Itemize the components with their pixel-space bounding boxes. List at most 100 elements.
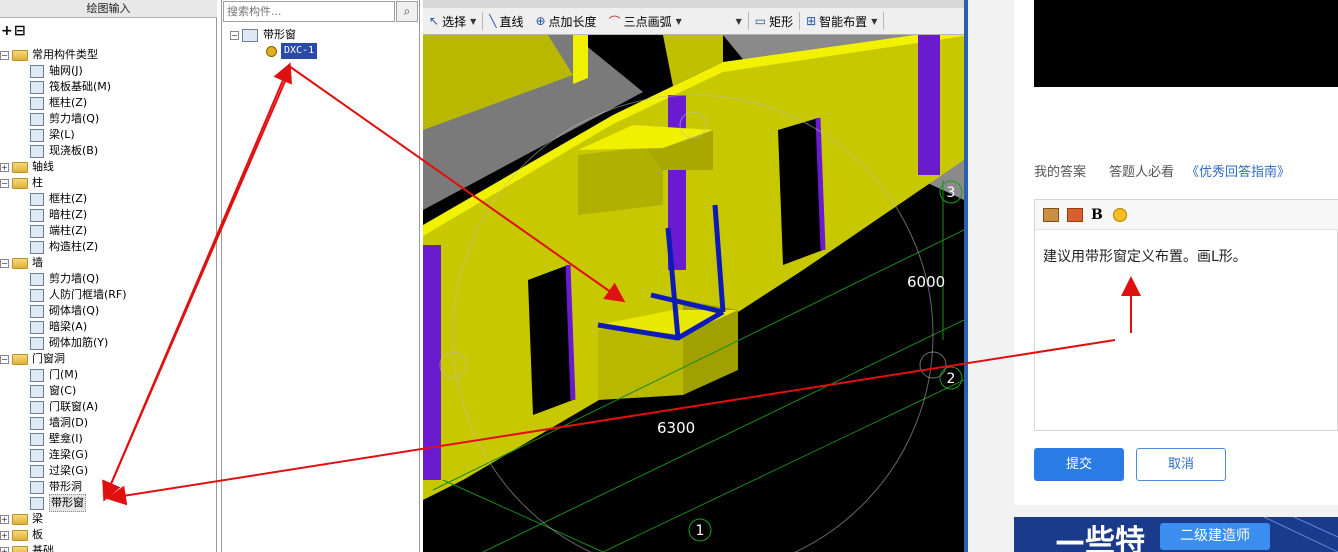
tree-folder[interactable]: + 梁 bbox=[0, 511, 43, 527]
editor-content[interactable]: 建议用带形窗定义布置。画L形。 bbox=[1043, 246, 1247, 266]
tree-item[interactable]: 剪力墙(Q) bbox=[30, 111, 99, 127]
tree-item[interactable]: 带形洞 bbox=[30, 479, 82, 495]
tree-item[interactable]: 剪力墙(Q) bbox=[30, 271, 99, 287]
add-length-button[interactable]: ⊕ 点加长度 bbox=[529, 10, 602, 32]
add-icon[interactable]: + bbox=[1, 22, 13, 40]
tree-item[interactable]: 构造柱(Z) bbox=[30, 239, 98, 255]
cancel-button[interactable]: 取消 bbox=[1136, 448, 1226, 481]
folder-icon bbox=[12, 177, 28, 189]
masonry-wall-icon bbox=[30, 304, 44, 318]
expander-icon[interactable]: + bbox=[0, 514, 9, 524]
video-player[interactable] bbox=[1034, 0, 1338, 87]
door-icon bbox=[30, 368, 44, 382]
tree-item[interactable]: 轴网(J) bbox=[30, 63, 83, 79]
expander-icon[interactable]: + bbox=[0, 530, 9, 540]
tree-label: 砌体墙(Q) bbox=[49, 304, 100, 317]
tree-item[interactable]: 壁龛(I) bbox=[30, 431, 83, 447]
window-edge bbox=[964, 0, 968, 552]
guide-link[interactable]: 《优秀回答指南》 bbox=[1186, 161, 1290, 180]
beam-icon bbox=[30, 128, 44, 142]
insert-image-icon[interactable] bbox=[1067, 207, 1083, 222]
smart-place-button[interactable]: ⊞ 智能布置 ▼ bbox=[800, 10, 883, 32]
expander-icon[interactable]: − bbox=[0, 178, 9, 188]
answer-editor[interactable] bbox=[1034, 199, 1338, 431]
tree-item[interactable]: 墙洞(D) bbox=[30, 415, 88, 431]
hidden-beam-icon bbox=[30, 320, 44, 334]
bold-button[interactable]: B bbox=[1091, 207, 1103, 223]
tab-my-answer[interactable]: 我的答案 bbox=[1034, 161, 1086, 180]
tree-item[interactable]: 带形窗 bbox=[30, 494, 86, 512]
tree-label: 现浇板(B) bbox=[49, 144, 99, 157]
tree-item[interactable]: 门联窗(A) bbox=[30, 399, 98, 415]
coupling-beam-icon bbox=[30, 448, 44, 462]
rectangle-button[interactable]: ▭ 矩形 bbox=[749, 10, 799, 32]
component-list-panel bbox=[221, 0, 420, 552]
list-root-row[interactable]: − 带形窗 bbox=[230, 27, 296, 43]
expander-icon[interactable]: − bbox=[230, 30, 239, 40]
tree-folder[interactable]: − 柱 bbox=[0, 175, 43, 191]
expander-icon[interactable]: + bbox=[0, 546, 9, 552]
expander-icon[interactable]: − bbox=[0, 50, 9, 60]
slab-icon bbox=[30, 144, 44, 158]
search-input[interactable] bbox=[223, 1, 395, 22]
tree-label: 板 bbox=[32, 528, 43, 541]
select-button[interactable]: ↖ 选择 ▼ bbox=[423, 10, 482, 32]
tree-item[interactable]: 框柱(Z) bbox=[30, 191, 87, 207]
tree-label: 端柱(Z) bbox=[49, 224, 88, 237]
expander-icon[interactable]: − bbox=[0, 258, 9, 268]
arc-button[interactable]: ⌒ 三点画弧 ▼ bbox=[603, 10, 688, 32]
expander-icon[interactable]: − bbox=[0, 354, 9, 364]
tree-folder[interactable]: − 门窗洞 bbox=[0, 351, 65, 367]
draw-toolbar: ↖ 选择 ▼ ╲ 直线 ⊕ 点加长度 ⌒ 三点画弧 ▼ ▼ ▭ 矩形 ⊞ 智能布置 ▼ bbox=[423, 8, 964, 35]
chevron-down-icon: ▼ bbox=[675, 16, 682, 26]
tree-folder[interactable]: + 基础 bbox=[0, 543, 54, 552]
end-column-icon bbox=[30, 224, 44, 238]
tree-item[interactable]: 筏板基础(M) bbox=[30, 79, 111, 95]
tree-label: 人防门框墙(RF) bbox=[49, 288, 127, 301]
tree-folder[interactable]: + 轴线 bbox=[0, 159, 54, 175]
chevron-down-icon: ▼ bbox=[735, 16, 742, 26]
3d-viewport[interactable]: 1 2 3 6000 6300 bbox=[423, 0, 964, 552]
emoji-icon[interactable] bbox=[1112, 207, 1127, 222]
svg-text:3: 3 bbox=[947, 185, 956, 201]
image-icon[interactable] bbox=[1043, 207, 1059, 222]
tree-label: 筏板基础(M) bbox=[49, 80, 112, 93]
tree-item[interactable]: 连梁(G) bbox=[30, 447, 88, 463]
tab-must-read[interactable]: 答题人必看 bbox=[1109, 161, 1174, 180]
separator bbox=[883, 12, 885, 30]
search-icon[interactable]: ⌕ bbox=[396, 1, 418, 22]
tree-item[interactable]: 端柱(Z) bbox=[30, 223, 87, 239]
folder-icon bbox=[12, 545, 28, 552]
tree-folder[interactable]: − 墙 bbox=[0, 255, 43, 271]
banner-badge: 二级建造师 bbox=[1160, 523, 1270, 550]
tree-label: 墙 bbox=[32, 256, 43, 269]
tree-item[interactable]: 砌体墙(Q) bbox=[30, 303, 99, 319]
tree-item[interactable]: 人防门框墙(RF) bbox=[30, 287, 127, 303]
tree-item[interactable]: 现浇板(B) bbox=[30, 143, 98, 159]
tree-item[interactable]: 框柱(Z) bbox=[30, 95, 87, 111]
tree-item[interactable]: 过梁(G) bbox=[30, 463, 88, 479]
folder-icon bbox=[12, 49, 28, 61]
arc-mode-dropdown[interactable]: ▼ bbox=[688, 10, 748, 32]
line-button[interactable]: ╲ 直线 bbox=[483, 10, 529, 32]
column-icon bbox=[30, 96, 44, 110]
expander-icon[interactable]: + bbox=[0, 162, 9, 172]
tree-label: 梁(L) bbox=[49, 128, 75, 141]
list-item-dxc1[interactable]: DXC-1 bbox=[266, 43, 318, 59]
tree-folder[interactable]: + 板 bbox=[0, 527, 43, 543]
tree-label: 暗梁(A) bbox=[49, 320, 88, 333]
tree-item[interactable]: 暗梁(A) bbox=[30, 319, 87, 335]
tree-folder[interactable]: − 常用构件类型 bbox=[0, 47, 98, 63]
tree-item[interactable]: 砌体加筋(Y) bbox=[30, 335, 108, 351]
3d-scene: 1 2 3 6000 6300 bbox=[423, 0, 964, 552]
tree-item[interactable]: 梁(L) bbox=[30, 127, 75, 143]
tree-label: 基础 bbox=[32, 544, 54, 552]
tree-label: 框柱(Z) bbox=[49, 192, 88, 205]
folder-icon bbox=[12, 353, 28, 365]
collapse-icon[interactable]: ⊟ bbox=[14, 22, 26, 40]
tree-item[interactable]: 窗(C) bbox=[30, 383, 76, 399]
tree-item[interactable]: 暗柱(Z) bbox=[30, 207, 87, 223]
tree-item[interactable]: 门(M) bbox=[30, 367, 78, 383]
civil-defense-door-wall-icon bbox=[30, 288, 44, 302]
submit-button[interactable]: 提交 bbox=[1034, 448, 1124, 481]
